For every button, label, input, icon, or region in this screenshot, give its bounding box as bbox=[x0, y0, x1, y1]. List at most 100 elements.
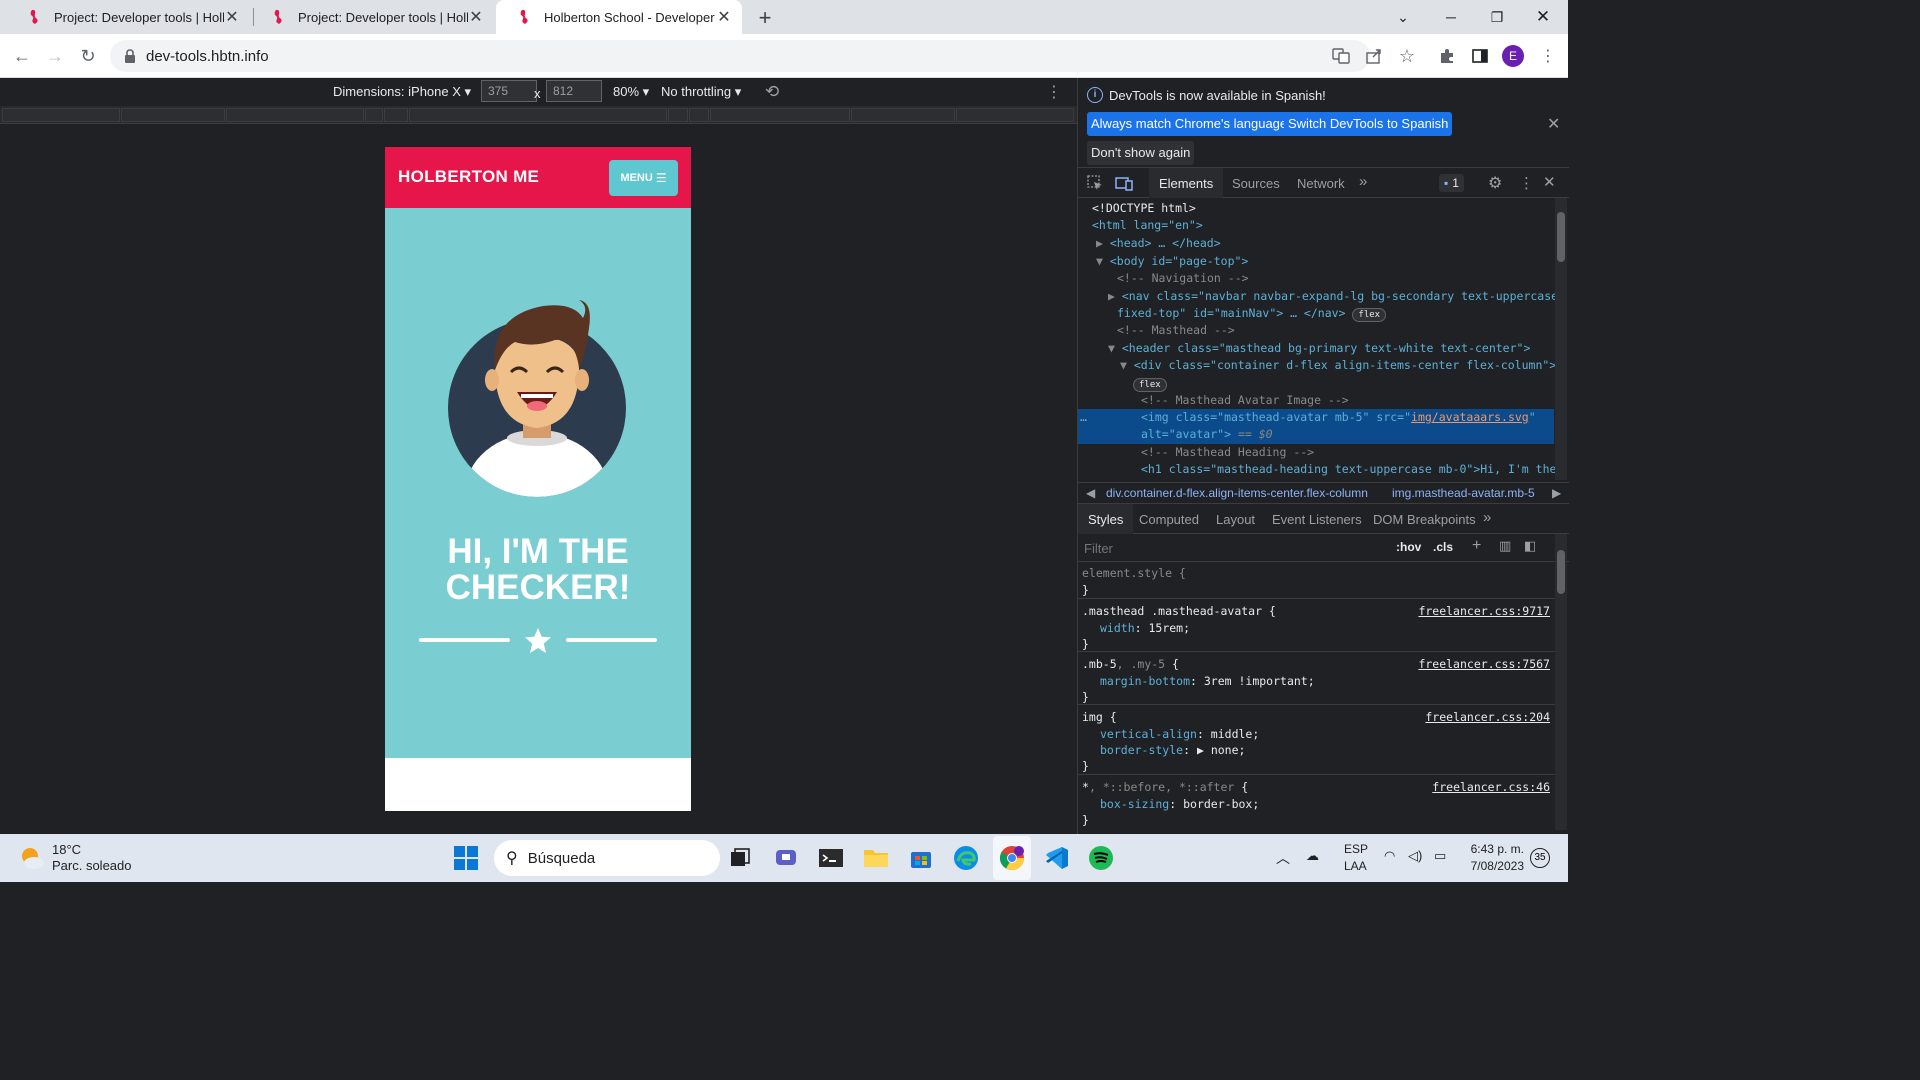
close-tab-icon[interactable]: ✕ bbox=[716, 7, 732, 27]
media-query-bar[interactable] bbox=[710, 108, 850, 122]
reload-icon[interactable]: ↻ bbox=[74, 42, 102, 70]
media-query-bar[interactable] bbox=[956, 108, 1074, 122]
device-toggle-icon[interactable] bbox=[1115, 175, 1133, 191]
viewport-width-input[interactable]: 375 bbox=[481, 80, 537, 102]
dom-node[interactable]: ▶ <head> … </head> bbox=[1096, 235, 1221, 252]
media-query-bar[interactable] bbox=[365, 108, 383, 122]
paint-brush-icon[interactable]: ▥ bbox=[1499, 538, 1511, 554]
bookmark-star-icon[interactable]: ☆ bbox=[1397, 46, 1417, 66]
media-query-bar[interactable] bbox=[409, 108, 667, 122]
lock-icon[interactable] bbox=[124, 49, 136, 63]
teams-chat-icon[interactable] bbox=[770, 842, 802, 874]
weather-temp[interactable]: 18°C bbox=[52, 842, 81, 857]
more-styles-tabs-icon[interactable]: » bbox=[1483, 504, 1491, 534]
dom-node[interactable]: <!-- Masthead --> bbox=[1117, 322, 1235, 339]
scroll-thumb[interactable] bbox=[1557, 550, 1565, 594]
switch-to-spanish-button[interactable]: Switch DevTools to Spanish bbox=[1284, 112, 1453, 136]
media-query-bar[interactable] bbox=[2, 108, 120, 122]
clock-date[interactable]: 7/08/2023 bbox=[1466, 859, 1524, 873]
extensions-icon[interactable] bbox=[1437, 46, 1457, 66]
tab-layout[interactable]: Layout bbox=[1216, 504, 1255, 534]
dom-node[interactable]: <!-- Masthead Heading --> bbox=[1141, 444, 1314, 461]
media-query-bar[interactable] bbox=[121, 108, 225, 122]
flex-badge[interactable]: flex bbox=[1133, 378, 1167, 392]
dom-node[interactable]: flex bbox=[1133, 375, 1167, 392]
settings-gear-icon[interactable]: ⚙ bbox=[1488, 173, 1502, 193]
site-brand[interactable]: HOLBERTON ME bbox=[398, 167, 539, 187]
issues-badge[interactable]: ▪ 1 bbox=[1439, 174, 1464, 192]
dom-node[interactable]: ▼ <div class="container d-flex align-ite… bbox=[1120, 357, 1556, 374]
style-declaration[interactable]: width: 15rem; bbox=[1100, 621, 1190, 635]
rotate-icon[interactable]: ⟲ bbox=[765, 82, 779, 102]
rule-source-link[interactable]: freelancer.css:7567 bbox=[1418, 657, 1550, 671]
breadcrumb-item[interactable]: div.container.d-flex.align-items-center.… bbox=[1106, 486, 1368, 500]
collapse-arrow-icon[interactable]: ▼ bbox=[1096, 254, 1103, 268]
devtools-menu-icon[interactable]: ⋮ bbox=[1519, 174, 1534, 192]
media-query-bar[interactable] bbox=[851, 108, 955, 122]
crumb-right-arrow-icon[interactable]: ▶ bbox=[1552, 486, 1561, 500]
flex-badge[interactable]: flex bbox=[1352, 308, 1387, 322]
style-declaration[interactable]: box-sizing: border-box; bbox=[1100, 797, 1259, 811]
back-icon[interactable]: ← bbox=[8, 42, 36, 70]
store-icon[interactable] bbox=[905, 842, 937, 874]
media-query-bar[interactable] bbox=[689, 108, 709, 122]
rule-source-link[interactable]: freelancer.css:9717 bbox=[1418, 604, 1550, 618]
collapse-arrow-icon[interactable]: ▼ bbox=[1108, 341, 1115, 355]
media-query-bar[interactable] bbox=[668, 108, 688, 122]
styles-scrollbar[interactable] bbox=[1555, 534, 1567, 830]
collapse-arrow-icon[interactable]: ▼ bbox=[1120, 358, 1127, 372]
show-hidden-icons-icon[interactable]: ︿ bbox=[1276, 848, 1290, 868]
dom-node[interactable]: <h1 class="masthead-heading text-upperca… bbox=[1141, 461, 1556, 478]
close-tab-icon[interactable]: ✕ bbox=[468, 7, 484, 27]
terminal-icon[interactable] bbox=[815, 842, 847, 874]
close-devtools-icon[interactable]: ✕ bbox=[1543, 173, 1556, 191]
dom-scrollbar[interactable] bbox=[1555, 198, 1567, 480]
media-query-bar[interactable] bbox=[226, 108, 364, 122]
weather-desc[interactable]: Parc. soleado bbox=[52, 858, 132, 873]
tab-search-icon[interactable]: ⌄ bbox=[1380, 0, 1426, 34]
dom-node[interactable]: <!-- Navigation --> bbox=[1117, 270, 1249, 287]
dom-node[interactable]: <!-- Masthead Avatar Image --> bbox=[1141, 392, 1349, 409]
chrome-icon[interactable] bbox=[996, 842, 1028, 874]
dont-show-again-button[interactable]: Don't show again bbox=[1087, 141, 1195, 165]
notification-count-badge[interactable]: 35 bbox=[1530, 848, 1550, 868]
new-style-rule-icon[interactable]: + bbox=[1472, 537, 1481, 555]
dom-node[interactable]: <!DOCTYPE html> bbox=[1092, 200, 1196, 217]
style-declaration[interactable]: vertical-align: middle; bbox=[1100, 727, 1259, 741]
browser-tab-active[interactable]: Holberton School - Developer tools ✕ bbox=[496, 0, 742, 34]
expand-arrow-icon[interactable]: ▶ bbox=[1096, 236, 1103, 250]
tab-computed[interactable]: Computed bbox=[1139, 504, 1199, 534]
dom-node[interactable]: fixed-top" id="mainNav"> … </nav> flex bbox=[1117, 305, 1387, 322]
share-icon[interactable] bbox=[1364, 46, 1384, 66]
file-explorer-icon[interactable] bbox=[860, 842, 892, 874]
expand-arrow-icon[interactable]: ▶ bbox=[1108, 289, 1115, 303]
rule-source-link[interactable]: freelancer.css:46 bbox=[1432, 780, 1550, 794]
spotify-icon[interactable] bbox=[1085, 842, 1117, 874]
expand-value-icon[interactable]: ▶ bbox=[1197, 743, 1204, 757]
dom-node-selected[interactable]: … <img class="masthead-avatar mb-5" src=… bbox=[1078, 409, 1554, 444]
always-match-language-button[interactable]: Always match Chrome's language bbox=[1087, 112, 1292, 136]
address-bar[interactable]: dev-tools.hbtn.info bbox=[110, 40, 1370, 72]
wifi-icon[interactable]: ◠ bbox=[1384, 848, 1395, 864]
weather-sun-icon[interactable] bbox=[18, 844, 46, 872]
device-dimensions-select[interactable]: Dimensions: iPhone X ▾ bbox=[333, 84, 471, 100]
close-tab-icon[interactable]: ✕ bbox=[224, 7, 240, 27]
side-panel-icon[interactable] bbox=[1470, 46, 1490, 66]
dom-node[interactable]: <html lang="en"> bbox=[1092, 217, 1203, 234]
edge-icon[interactable] bbox=[950, 842, 982, 874]
close-window-icon[interactable]: ✕ bbox=[1520, 0, 1566, 34]
inspect-element-icon[interactable] bbox=[1087, 175, 1103, 191]
more-tabs-icon[interactable]: » bbox=[1359, 168, 1367, 198]
language-secondary[interactable]: LAA bbox=[1344, 859, 1367, 873]
browser-tab[interactable]: Project: Developer tools | Holberton ✕ bbox=[6, 0, 250, 34]
translate-icon[interactable] bbox=[1331, 46, 1351, 66]
tab-styles[interactable]: Styles bbox=[1078, 504, 1134, 534]
dom-node[interactable]: ▼ <body id="page-top"> bbox=[1096, 253, 1248, 270]
dom-link[interactable]: img/avataaars.svg bbox=[1411, 410, 1529, 424]
dom-node[interactable]: ▼ <header class="masthead bg-primary tex… bbox=[1108, 340, 1530, 357]
zoom-select[interactable]: 80% ▾ bbox=[613, 84, 649, 100]
device-more-options-icon[interactable]: ⋮ bbox=[1046, 82, 1062, 102]
media-query-bar[interactable] bbox=[384, 108, 408, 122]
volume-icon[interactable]: ◁) bbox=[1408, 848, 1422, 864]
hov-toggle[interactable]: :hov bbox=[1396, 540, 1421, 554]
